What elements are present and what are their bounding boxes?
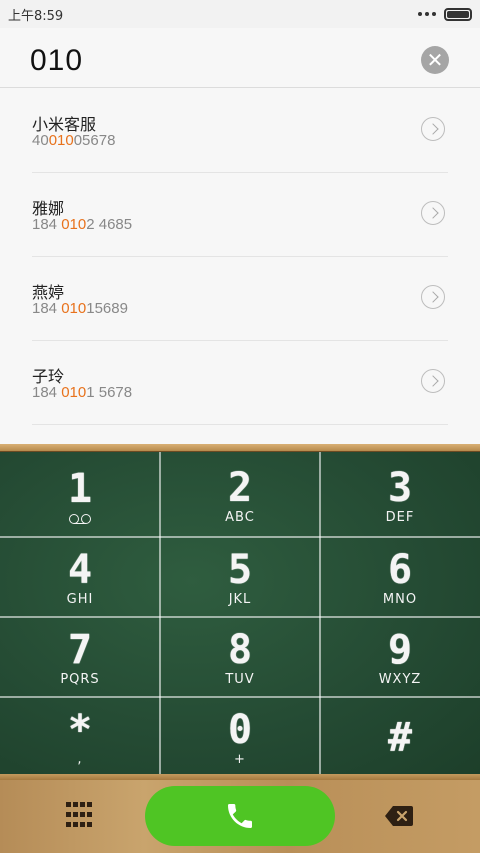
dialpad-chalkboard: 1 2 ABC 3 DEF 4 GHI 5 JKL 6 MNO 7 PQRS 8…: [0, 452, 480, 774]
contact-detail-chevron-icon[interactable]: [421, 117, 445, 141]
contact-number: 184 01015689: [32, 300, 128, 317]
key-8[interactable]: 8 TUV: [160, 618, 320, 698]
key-4[interactable]: 4 GHI: [0, 538, 160, 618]
key-2[interactable]: 2 ABC: [160, 456, 320, 536]
contact-results-list: 小米客服 4001005678 雅娜 184 0102 4685 燕婷 184 …: [0, 89, 480, 445]
key-7[interactable]: 7 PQRS: [0, 618, 160, 698]
battery-icon: [444, 7, 472, 21]
number-match-highlight: 010: [48, 132, 74, 149]
contact-row[interactable]: 燕婷 184 01015689: [0, 257, 480, 341]
key-5[interactable]: 5 JKL: [160, 538, 320, 618]
clear-number-button[interactable]: ✕: [421, 46, 449, 74]
contact-row[interactable]: 子玲 184 0101 5678: [0, 341, 480, 425]
status-indicators: [418, 7, 472, 21]
dialer-action-bar: [0, 780, 480, 853]
key-star[interactable]: * ,: [0, 698, 160, 774]
contact-detail-chevron-icon[interactable]: [421, 285, 445, 309]
call-button[interactable]: [145, 786, 335, 846]
chalkboard-frame-top: [0, 444, 480, 452]
key-6[interactable]: 6 MNO: [320, 538, 480, 618]
voicemail-icon: [69, 514, 91, 524]
number-match-highlight: 010: [61, 384, 87, 401]
key-9[interactable]: 9 WXYZ: [320, 618, 480, 698]
contact-row[interactable]: 雅娜 184 0102 4685: [0, 173, 480, 257]
status-bar: 上午8:59: [0, 0, 480, 28]
number-match-highlight: 010: [61, 300, 87, 317]
row-divider: [32, 424, 448, 425]
status-time: 上午8:59: [8, 8, 64, 24]
contact-number: 4001005678: [32, 132, 116, 149]
dialpad-grid-icon[interactable]: [66, 802, 94, 830]
key-3[interactable]: 3 DEF: [320, 456, 480, 536]
contact-number: 184 0102 4685: [32, 216, 133, 233]
key-hash[interactable]: #: [320, 698, 480, 774]
number-match-highlight: 010: [61, 216, 87, 233]
contact-number: 184 0101 5678: [32, 384, 133, 401]
contact-detail-chevron-icon[interactable]: [421, 369, 445, 393]
contact-detail-chevron-icon[interactable]: [421, 201, 445, 225]
dial-number-bar: 010 ✕: [0, 28, 480, 88]
dialed-number[interactable]: 010: [30, 44, 83, 78]
contact-row[interactable]: 小米客服 4001005678: [0, 89, 480, 173]
key-1[interactable]: 1: [0, 456, 160, 536]
more-dots-icon: [418, 12, 436, 16]
key-0[interactable]: 0 +: [160, 698, 320, 774]
backspace-icon[interactable]: [385, 806, 413, 826]
phone-icon: [228, 804, 252, 828]
